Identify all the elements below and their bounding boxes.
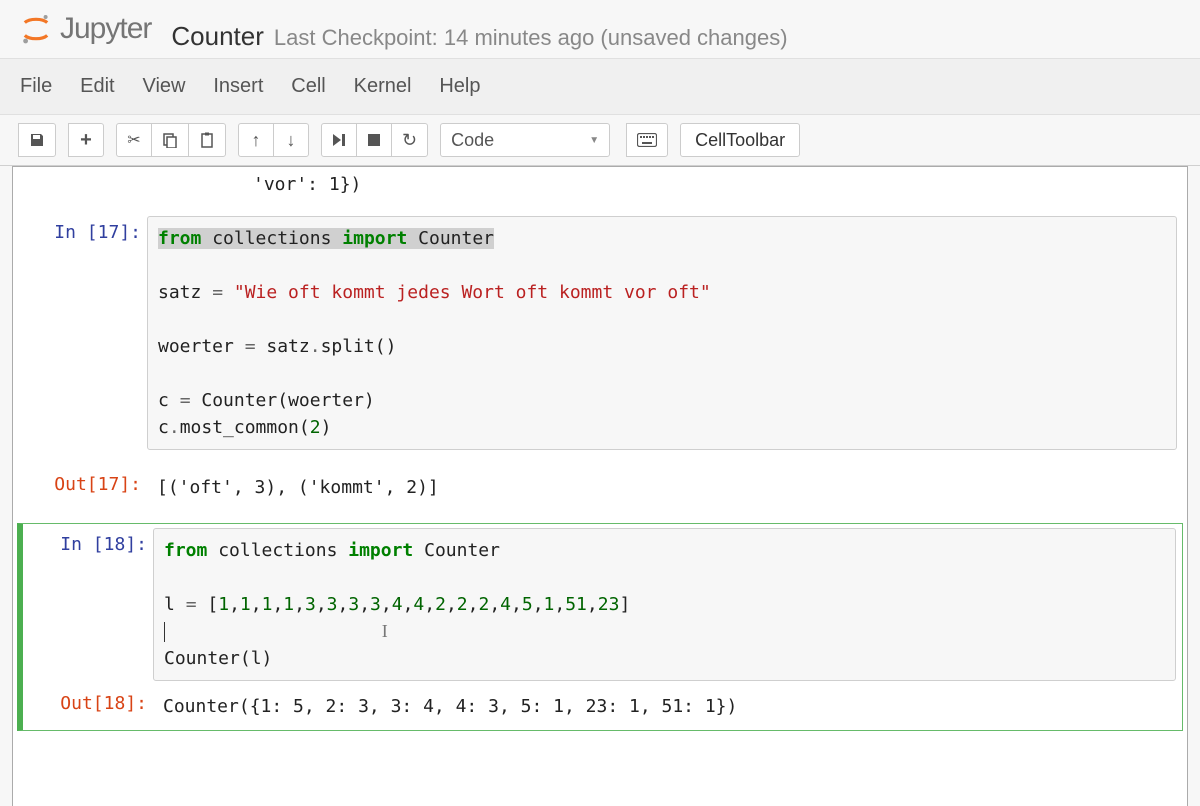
header: Jupyter Counter Last Checkpoint: 14 minu…: [0, 0, 1200, 59]
toolbar: + ✂ ↑ ↓ ↻ Code ▼: [0, 115, 1200, 166]
menu-insert[interactable]: Insert: [213, 65, 287, 108]
menu-edit[interactable]: Edit: [80, 65, 138, 108]
interrupt-button[interactable]: [356, 123, 392, 157]
add-cell-button[interactable]: +: [68, 123, 104, 157]
cell-type-select[interactable]: Code ▼: [440, 123, 610, 157]
menu-help[interactable]: Help: [439, 65, 504, 108]
copy-button[interactable]: [151, 123, 189, 157]
logo-text: Jupyter: [60, 12, 151, 46]
save-button[interactable]: [18, 123, 56, 157]
cell-output: [('oft', 3), ('kommt', 2)]: [147, 468, 1177, 507]
move-down-button[interactable]: ↓: [273, 123, 309, 157]
menu-cell[interactable]: Cell: [291, 65, 349, 108]
code-input[interactable]: from collections import Counter l = [1,1…: [153, 528, 1176, 681]
cell-output: Counter({1: 5, 2: 3, 3: 4, 4: 3, 5: 1, 2…: [153, 687, 1176, 726]
stop-icon: [367, 133, 381, 147]
run-button[interactable]: [321, 123, 357, 157]
arrow-down-icon: ↓: [287, 130, 296, 151]
plus-icon: +: [80, 129, 92, 152]
scissors-icon: ✂: [127, 130, 140, 150]
cell-18[interactable]: In [18]: from collections import Counter…: [17, 523, 1183, 731]
output-prompt: Out[17]:: [17, 468, 147, 495]
logo[interactable]: Jupyter: [20, 12, 151, 46]
jupyter-icon: [20, 13, 52, 45]
prev-output-fragment: 'vor': 1}): [13, 171, 1187, 198]
menu-kernel[interactable]: Kernel: [354, 65, 436, 108]
cell-toolbar-button[interactable]: CellToolbar: [680, 123, 800, 157]
input-prompt: In [18]:: [23, 528, 153, 555]
menu-file[interactable]: File: [20, 65, 76, 108]
paste-button[interactable]: [188, 123, 226, 157]
code-input[interactable]: from collections import Counter satz = "…: [147, 216, 1177, 450]
floppy-icon: [29, 132, 45, 148]
chevron-down-icon: ▼: [589, 135, 599, 146]
copy-icon: [162, 132, 178, 148]
checkpoint-text: Last Checkpoint: 14 minutes ago (unsaved…: [274, 25, 788, 51]
command-palette-button[interactable]: [626, 123, 668, 157]
restart-button[interactable]: ↻: [391, 123, 428, 157]
move-up-button[interactable]: ↑: [238, 123, 274, 157]
keyboard-icon: [637, 133, 657, 147]
output-prompt: Out[18]:: [23, 687, 153, 714]
cut-button[interactable]: ✂: [116, 123, 152, 157]
paste-icon: [199, 132, 215, 148]
app-root: Jupyter Counter Last Checkpoint: 14 minu…: [0, 0, 1200, 806]
refresh-icon: ↻: [402, 130, 417, 151]
arrow-up-icon: ↑: [252, 130, 261, 151]
cell-17[interactable]: In [17]: from collections import Counter…: [17, 212, 1183, 511]
menubar: File Edit View Insert Cell Kernel Help: [0, 59, 1200, 115]
step-forward-icon: [332, 133, 346, 147]
notebook-area[interactable]: 'vor': 1}) In [17]: from collections imp…: [12, 166, 1188, 806]
menu-view[interactable]: View: [142, 65, 209, 108]
notebook-name[interactable]: Counter: [171, 21, 264, 52]
input-prompt: In [17]:: [17, 216, 147, 243]
cell-type-value: Code: [451, 130, 494, 151]
